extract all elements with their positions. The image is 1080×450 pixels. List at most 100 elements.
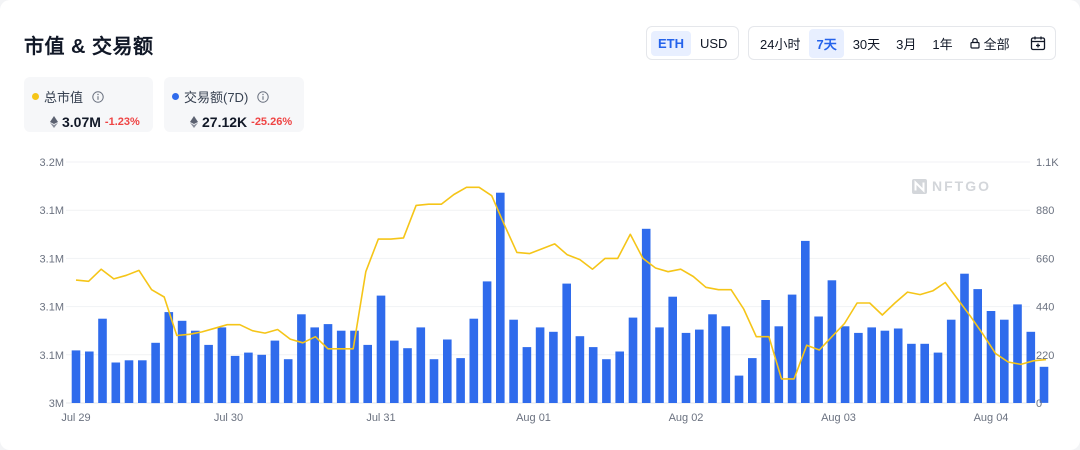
range-7d-button[interactable]: 7天	[809, 28, 844, 58]
currency-usd-button[interactable]: USD	[693, 31, 734, 56]
volume-bar[interactable]	[814, 316, 823, 404]
volume-bar[interactable]	[920, 343, 929, 403]
range-1y-button[interactable]: 1年	[925, 29, 959, 58]
currency-eth-button[interactable]: ETH	[651, 30, 691, 56]
volume-bar[interactable]	[482, 281, 492, 403]
volume-label-row: 交易额(7D)	[172, 87, 296, 106]
market-cap-volume-card: 市值 & 交易额 ETH USD 24小时 7天 30天 3月 1年 全部 总市…	[0, 0, 1080, 450]
volume-bar[interactable]	[1026, 331, 1036, 403]
volume-bar[interactable]	[376, 295, 386, 403]
left-axis-tick-label: 3.1M	[40, 205, 64, 217]
volume-bar[interactable]	[363, 344, 372, 403]
volume-change: -25.26%	[251, 116, 293, 128]
volume-bar[interactable]	[734, 375, 744, 403]
volume-bar[interactable]	[575, 336, 585, 403]
eth-icon	[50, 116, 58, 128]
volume-bar[interactable]	[71, 350, 81, 403]
volume-bar[interactable]	[827, 280, 837, 403]
volume-bar[interactable]	[522, 347, 532, 403]
volume-bar[interactable]	[124, 360, 134, 403]
range-3m-button[interactable]: 3月	[889, 29, 923, 58]
volume-label: 交易额(7D)	[184, 90, 249, 105]
volume-bar[interactable]	[960, 273, 969, 403]
info-icon[interactable]	[92, 90, 104, 103]
volume-bar[interactable]	[1013, 304, 1022, 403]
volume-bar[interactable]	[138, 360, 147, 403]
volume-bar[interactable]	[336, 330, 346, 403]
info-icon[interactable]	[257, 90, 269, 103]
volume-bar[interactable]	[562, 283, 571, 403]
volume-bar[interactable]	[191, 330, 200, 403]
volume-bar[interactable]	[973, 289, 982, 403]
volume-bar[interactable]	[774, 326, 784, 403]
right-axis-tick-label: 1.1K	[1036, 157, 1059, 169]
volume-bar[interactable]	[986, 311, 996, 403]
volume-bar[interactable]	[270, 340, 280, 403]
volume-bar[interactable]	[204, 344, 213, 403]
volume-bar[interactable]	[456, 358, 465, 403]
volume-bar[interactable]	[615, 351, 624, 404]
volume-bar[interactable]	[429, 359, 439, 403]
volume-bar[interactable]	[98, 318, 107, 403]
volume-bar[interactable]	[681, 332, 691, 403]
range-24h-button[interactable]: 24小时	[753, 29, 807, 58]
volume-bar[interactable]	[164, 312, 174, 403]
volume-bar[interactable]	[85, 351, 94, 404]
volume-bar[interactable]	[588, 347, 598, 403]
calendar-icon	[1030, 36, 1045, 51]
x-axis-tick-label: Jul 29	[61, 412, 90, 424]
volume-bar[interactable]	[695, 329, 704, 403]
volume-bar[interactable]	[748, 358, 757, 403]
volume-bar[interactable]	[933, 352, 943, 403]
chart-title: 市值 & 交易额	[24, 36, 154, 58]
volume-bar[interactable]	[535, 327, 545, 403]
volume-bar[interactable]	[880, 330, 890, 403]
calendar-button[interactable]	[1019, 30, 1053, 56]
volume-bar[interactable]	[283, 359, 293, 403]
volume-bar[interactable]	[668, 296, 677, 403]
range-all-button[interactable]: 全部	[962, 29, 1017, 58]
volume-bar[interactable]	[801, 240, 810, 403]
volume-bar[interactable]	[257, 354, 266, 403]
volume-bar[interactable]	[416, 327, 426, 403]
volume-value-row: 27.12K -25.26%	[172, 114, 296, 130]
left-axis-tick-label: 3M	[49, 398, 64, 410]
volume-bar[interactable]	[177, 320, 187, 403]
volume-bar[interactable]	[469, 318, 479, 403]
volume-bar[interactable]	[907, 343, 916, 403]
volume-bar[interactable]	[151, 342, 160, 404]
x-axis-tick-label: Aug 01	[516, 412, 551, 424]
volume-bar[interactable]	[403, 348, 412, 403]
volume-bar[interactable]	[840, 326, 850, 403]
volume-bar[interactable]	[549, 331, 558, 403]
volume-bar[interactable]	[655, 327, 664, 403]
volume-bar[interactable]	[230, 355, 240, 403]
volume-bar[interactable]	[867, 327, 876, 403]
volume-bar[interactable]	[708, 314, 717, 403]
volume-bar[interactable]	[721, 326, 731, 403]
market-cap-metric: 总市值 3.07M -1.23%	[24, 77, 153, 132]
volume-bar[interactable]	[390, 340, 399, 403]
range-30d-button[interactable]: 30天	[846, 29, 887, 58]
volume-bar[interactable]	[854, 332, 863, 403]
volume-bar[interactable]	[628, 317, 638, 403]
volume-bar[interactable]	[443, 339, 452, 404]
volume-bar[interactable]	[323, 324, 333, 403]
volume-bar[interactable]	[111, 362, 121, 404]
volume-bar[interactable]	[509, 319, 518, 403]
volume-bar[interactable]	[761, 300, 770, 403]
x-axis-tick-label: Aug 04	[974, 412, 1009, 424]
nftgo-logo-icon	[912, 178, 927, 194]
volume-bar[interactable]	[217, 327, 227, 403]
market-cap-label-row: 总市值	[32, 87, 145, 106]
volume-bar[interactable]	[787, 294, 797, 404]
volume-bar[interactable]	[602, 359, 611, 403]
x-axis-tick-label: Aug 03	[821, 412, 856, 424]
market-cap-change: -1.23%	[104, 116, 140, 128]
x-axis-tick-label: Jul 30	[214, 412, 243, 424]
volume-bar[interactable]	[893, 328, 903, 404]
volume-bar[interactable]	[244, 352, 253, 403]
volume-bar[interactable]	[641, 228, 651, 403]
volume-bar[interactable]	[946, 319, 956, 403]
volume-bar[interactable]	[297, 314, 306, 403]
